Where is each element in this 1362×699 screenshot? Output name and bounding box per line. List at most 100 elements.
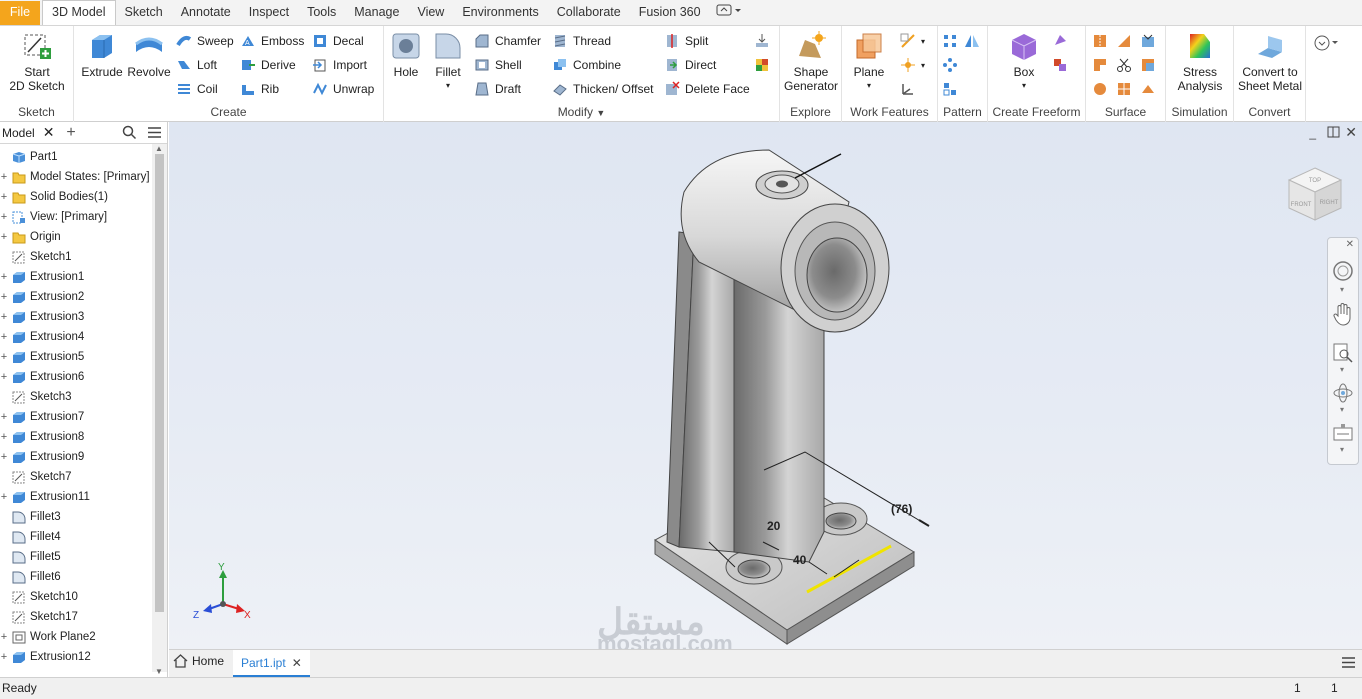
- tree-item-extrusion6[interactable]: + Extrusion6: [0, 367, 167, 387]
- extrude-button[interactable]: Extrude: [80, 30, 124, 79]
- menu-file[interactable]: File: [0, 1, 40, 25]
- document-menu-icon[interactable]: [1341, 656, 1356, 672]
- expand-toggle-icon[interactable]: +: [0, 191, 8, 203]
- tree-item-fillet4[interactable]: Fillet4: [0, 527, 167, 547]
- tree-item-sketch3[interactable]: Sketch3: [0, 387, 167, 407]
- ribbon-display-toggle[interactable]: [710, 1, 748, 25]
- unwrap-button[interactable]: Unwrap: [312, 78, 374, 100]
- expand-toggle-icon[interactable]: +: [0, 211, 8, 223]
- axis-button[interactable]: ▾: [900, 30, 925, 52]
- sweep-button[interactable]: Sweep: [176, 30, 234, 52]
- tree-item-sketch17[interactable]: Sketch17: [0, 607, 167, 627]
- freeform-box-button[interactable]: Box ▾: [1002, 30, 1046, 93]
- extend-button[interactable]: [1116, 54, 1137, 76]
- tree-item-sketch7[interactable]: Sketch7: [0, 467, 167, 487]
- model-canvas[interactable]: [169, 122, 1362, 649]
- tree-item-extrusion1[interactable]: + Extrusion1: [0, 267, 167, 287]
- expand-toggle-icon[interactable]: +: [0, 451, 8, 463]
- close-icon[interactable]: ✕: [43, 124, 55, 141]
- navbar-close-icon[interactable]: ✕: [1346, 239, 1354, 250]
- convert-to-sheet-metal-button[interactable]: Convert to Sheet Metal: [1236, 30, 1304, 93]
- expand-toggle-icon[interactable]: +: [0, 331, 8, 343]
- tree-item-work-plane2[interactable]: + Work Plane2: [0, 627, 167, 647]
- expand-toggle-icon[interactable]: +: [0, 311, 8, 323]
- expand-toggle-icon[interactable]: +: [0, 411, 8, 423]
- emboss-button[interactable]: A Emboss: [240, 30, 304, 52]
- tree-item-extrusion3[interactable]: + Extrusion3: [0, 307, 167, 327]
- menu-manage[interactable]: Manage: [345, 1, 408, 25]
- browser-tab-model[interactable]: Model: [0, 126, 35, 140]
- dimension-76[interactable]: (76): [891, 502, 912, 516]
- menu-annotate[interactable]: Annotate: [172, 1, 240, 25]
- tree-item-sketch1[interactable]: Sketch1: [0, 247, 167, 267]
- delete-face-button[interactable]: Delete Face: [664, 78, 750, 100]
- direct-button[interactable]: Direct: [664, 54, 716, 76]
- revolve-button[interactable]: Revolve: [126, 30, 172, 79]
- combine-button[interactable]: Combine: [552, 54, 621, 76]
- search-icon[interactable]: [122, 125, 137, 143]
- replace-face-button[interactable]: [1140, 54, 1161, 76]
- ribbon-options-button[interactable]: [1314, 32, 1342, 54]
- menu-inspect[interactable]: Inspect: [240, 1, 298, 25]
- expand-toggle-icon[interactable]: +: [0, 651, 8, 663]
- circular-pattern-button[interactable]: [942, 54, 963, 76]
- start-2d-sketch-button[interactable]: Start 2D Sketch: [6, 30, 68, 93]
- repair-bodies-button[interactable]: [1092, 78, 1113, 100]
- fillet-button[interactable]: Fillet ▾: [428, 30, 468, 93]
- expand-toggle-icon[interactable]: +: [0, 631, 8, 643]
- menu-fusion-360[interactable]: Fusion 360: [630, 1, 710, 25]
- expand-toggle-icon[interactable]: +: [0, 371, 8, 383]
- menu-3d-model[interactable]: 3D Model: [42, 0, 116, 25]
- stitch-button[interactable]: [1092, 30, 1113, 52]
- draft-button[interactable]: Draft: [474, 78, 521, 100]
- expand-toggle-icon[interactable]: +: [0, 431, 8, 443]
- plane-button[interactable]: Plane ▾: [848, 30, 890, 93]
- coil-button[interactable]: Coil: [176, 78, 218, 100]
- tree-item-sketch10[interactable]: Sketch10: [0, 587, 167, 607]
- browser-scroll-thumb[interactable]: [155, 154, 164, 612]
- menu-collaborate[interactable]: Collaborate: [548, 1, 630, 25]
- rib-button[interactable]: Rib: [240, 78, 279, 100]
- derive-button[interactable]: Derive: [240, 54, 296, 76]
- decal-button[interactable]: Decal: [312, 30, 364, 52]
- chamfer-button[interactable]: Chamfer: [474, 30, 541, 52]
- expand-toggle-icon[interactable]: +: [0, 231, 8, 243]
- tree-item-fillet5[interactable]: Fillet5: [0, 547, 167, 567]
- tree-item-extrusion2[interactable]: + Extrusion2: [0, 287, 167, 307]
- ruled-surface-button[interactable]: [1140, 78, 1161, 100]
- hole-button[interactable]: Hole: [388, 30, 424, 79]
- dimension-20[interactable]: 20: [767, 519, 780, 533]
- tree-item-origin[interactable]: + Origin: [0, 227, 167, 247]
- graphics-viewport[interactable]: (76) 20 40 مستقل mostaql.com _ ✕ TOP FRO…: [169, 122, 1362, 649]
- edit-form-button[interactable]: [1052, 30, 1073, 52]
- tree-item-extrusion8[interactable]: + Extrusion8: [0, 427, 167, 447]
- part1-tab[interactable]: Part1.ipt ✕: [233, 650, 310, 677]
- thicken-offset-button[interactable]: Thicken/ Offset: [552, 78, 653, 100]
- home-tab[interactable]: Home: [173, 654, 224, 668]
- orbit-icon[interactable]: [1332, 382, 1354, 407]
- tree-item-model-states-primary[interactable]: + Model States: [Primary]: [0, 167, 167, 187]
- restore-view-icon[interactable]: [1327, 126, 1340, 141]
- loft-button[interactable]: Loft: [176, 54, 217, 76]
- mirror-button[interactable]: [964, 30, 985, 52]
- shape-generator-button[interactable]: Shape Generator: [784, 30, 838, 93]
- view-cube[interactable]: TOP FRONT RIGHT: [1285, 164, 1345, 227]
- tree-item-extrusion7[interactable]: + Extrusion7: [0, 407, 167, 427]
- close-view-icon[interactable]: ✕: [1345, 124, 1357, 141]
- fit-mesh-face-button[interactable]: [1116, 78, 1137, 100]
- sculpt-button[interactable]: [1116, 30, 1137, 52]
- patch-button[interactable]: [1140, 30, 1161, 52]
- split-button[interactable]: Split: [664, 30, 708, 52]
- tree-item-extrusion12[interactable]: + Extrusion12: [0, 647, 167, 667]
- tree-item-fillet6[interactable]: Fillet6: [0, 567, 167, 587]
- expand-toggle-icon[interactable]: +: [0, 171, 8, 183]
- tree-item-solid-bodies-1[interactable]: + Solid Bodies(1): [0, 187, 167, 207]
- trim-button[interactable]: [1092, 54, 1113, 76]
- expand-toggle-icon[interactable]: +: [0, 271, 8, 283]
- menu-view[interactable]: View: [408, 1, 453, 25]
- add-tab-icon[interactable]: +: [66, 124, 75, 142]
- dimension-40[interactable]: 40: [793, 553, 806, 567]
- copy-object-button[interactable]: [754, 54, 775, 76]
- steering-wheel-icon[interactable]: [1332, 260, 1354, 285]
- scroll-up-arrow[interactable]: ▲: [155, 144, 163, 153]
